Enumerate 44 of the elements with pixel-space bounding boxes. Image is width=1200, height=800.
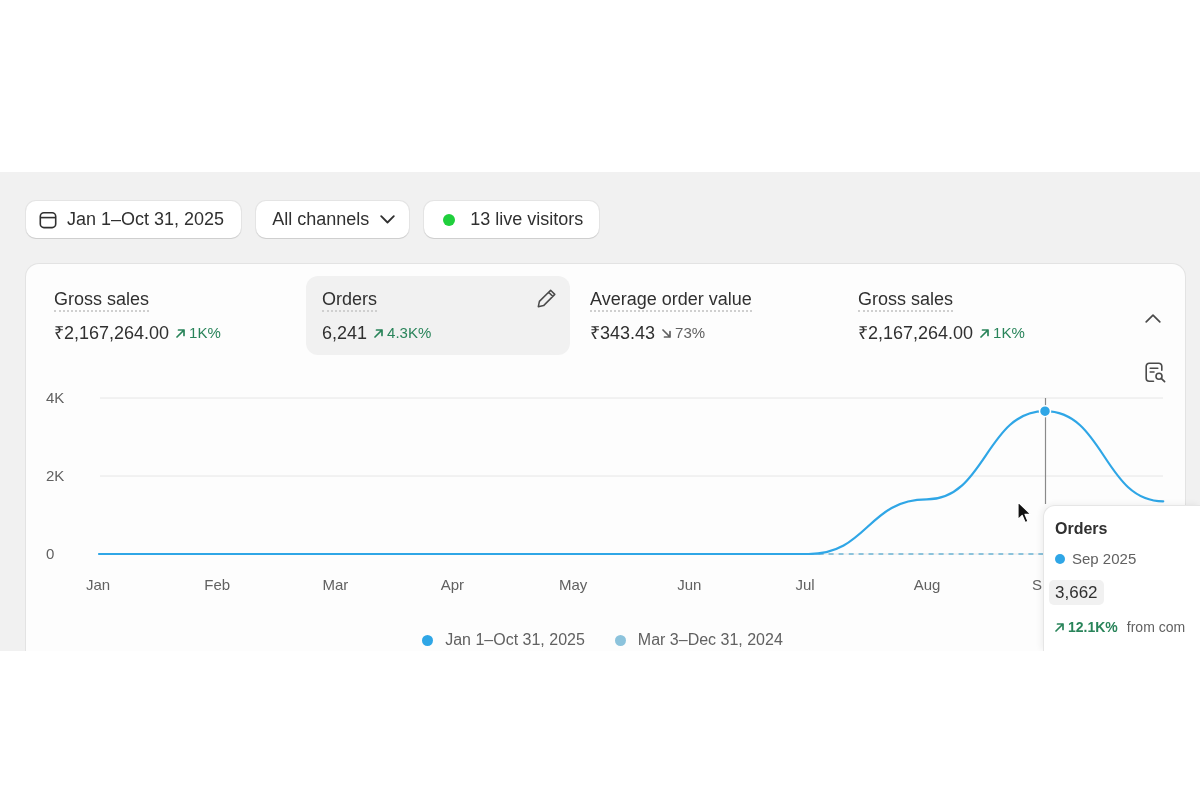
metric-tab[interactable]: Orders 6,241 4.3K%	[306, 276, 570, 355]
metric-label: Average order value	[590, 288, 752, 312]
legend-label: Mar 3–Dec 31, 2024	[637, 630, 783, 650]
metric-value: 6,241	[322, 322, 368, 345]
tooltip-value: 3,662	[1049, 580, 1104, 605]
metric-tab[interactable]: Average order value ₹343.43 73%	[574, 276, 838, 355]
axis-label: 0	[46, 545, 55, 562]
tooltip-period: Sep 2025	[1072, 549, 1137, 569]
legend-label: Jan 1–Oct 31, 2025	[445, 630, 585, 650]
metric-value: ₹343.43	[590, 322, 656, 345]
axis-label: May	[559, 576, 588, 593]
axis-label: Apr	[440, 576, 465, 593]
axis-label: Jul	[795, 576, 815, 593]
metric-change: 1K%	[993, 323, 1025, 343]
point-marker-icon	[1038, 404, 1052, 418]
axis-label: 2K	[46, 467, 65, 484]
date-range-button[interactable]: Jan 1–Oct 31, 2025	[26, 201, 242, 238]
metric-change: 73%	[675, 323, 706, 343]
metric-label: Gross sales	[54, 288, 150, 312]
tooltip-title: Orders	[1055, 519, 1108, 539]
metric-value: ₹2,167,264.00	[858, 322, 974, 345]
metric-tab[interactable]: Gross sales ₹2,167,264.00 1K%	[842, 276, 1106, 355]
axis-label: Jun	[677, 576, 702, 593]
tooltip-change: 12.1K%	[1068, 618, 1118, 637]
mouse-pointer-icon	[1017, 501, 1032, 524]
metric-label: Gross sales	[858, 288, 954, 312]
axis-label: Jan	[86, 576, 111, 593]
calendar-icon	[38, 209, 58, 230]
metric-label: Orders	[322, 288, 377, 312]
axis-label: Aug	[913, 576, 941, 593]
metric-tab[interactable]: Gross sales ₹2,167,264.00 1K%	[38, 276, 302, 355]
channel-dropdown[interactable]: All channels	[256, 201, 410, 238]
metric-change: 1K%	[189, 323, 221, 343]
metric-change: 4.3K%	[387, 323, 432, 343]
live-visitors-button[interactable]: 13 live visitors	[424, 201, 600, 238]
chevron-down-icon	[380, 215, 396, 224]
axis-label: Mar	[322, 576, 349, 593]
axis-label: Feb	[204, 576, 231, 593]
metric-value: ₹2,167,264.00	[54, 322, 170, 345]
pencil-icon[interactable]	[537, 289, 556, 308]
axis-label: S	[1032, 576, 1042, 593]
tooltip-note: from com	[1126, 618, 1186, 637]
axis-label: 4K	[46, 389, 65, 406]
document-search-icon[interactable]	[1145, 362, 1166, 383]
